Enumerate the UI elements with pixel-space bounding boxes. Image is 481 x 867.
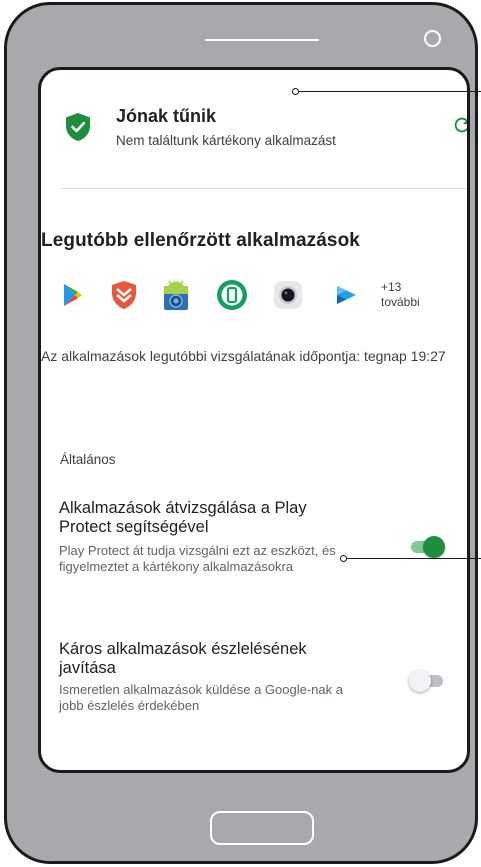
toggle-knob	[423, 536, 445, 558]
camera-lens-app-icon	[274, 281, 302, 309]
front-camera-icon	[424, 30, 441, 47]
more-apps-number: +13	[381, 280, 402, 294]
improve-detection-toggle[interactable]	[409, 669, 443, 693]
scan-apps-setting-description: Play Protect át tudja vizsgálni ezt az e…	[59, 543, 336, 574]
status-subtitle: Nem találtunk kártékony alkalmazást	[116, 133, 336, 148]
callout-dot-toggle	[340, 555, 347, 562]
scan-apps-toggle[interactable]	[411, 535, 445, 559]
improve-detection-setting-title: Káros alkalmazások észlelésének javítása	[59, 640, 307, 677]
home-button[interactable]	[210, 811, 314, 845]
play-store-icon	[64, 284, 82, 306]
scan-apps-setting-title: Alkalmazások átvizsgálása a Play Protect…	[59, 499, 307, 536]
more-apps-label: további	[381, 295, 420, 309]
improve-detection-setting-description: Ismeretlen alkalmazások küldése a Google…	[59, 682, 343, 713]
shield-check-icon	[66, 113, 90, 141]
shield-app-icon	[112, 281, 136, 309]
recent-apps-title: Legutóbb ellenőrzött alkalmazások	[41, 230, 360, 251]
divider	[61, 188, 467, 189]
android-device-icon	[164, 280, 188, 310]
phone-screen: Jónak tűnik Nem találtunk kártékony alka…	[38, 67, 470, 773]
play-movies-icon	[337, 286, 356, 304]
status-title: Jónak tűnik	[116, 106, 217, 126]
callout-line-toggle	[347, 558, 481, 559]
callout-line-status	[299, 91, 481, 92]
circle-phone-app-icon	[217, 280, 247, 310]
general-section-label: Általános	[60, 452, 116, 467]
toggle-knob	[409, 670, 431, 692]
callout-dot-status	[292, 88, 299, 95]
last-scan-time: Az alkalmazások legutóbbi vizsgálatának …	[41, 348, 446, 364]
refresh-icon[interactable]	[451, 114, 470, 136]
phone-speaker	[205, 39, 319, 41]
more-apps-count[interactable]: +13 további	[381, 280, 420, 310]
